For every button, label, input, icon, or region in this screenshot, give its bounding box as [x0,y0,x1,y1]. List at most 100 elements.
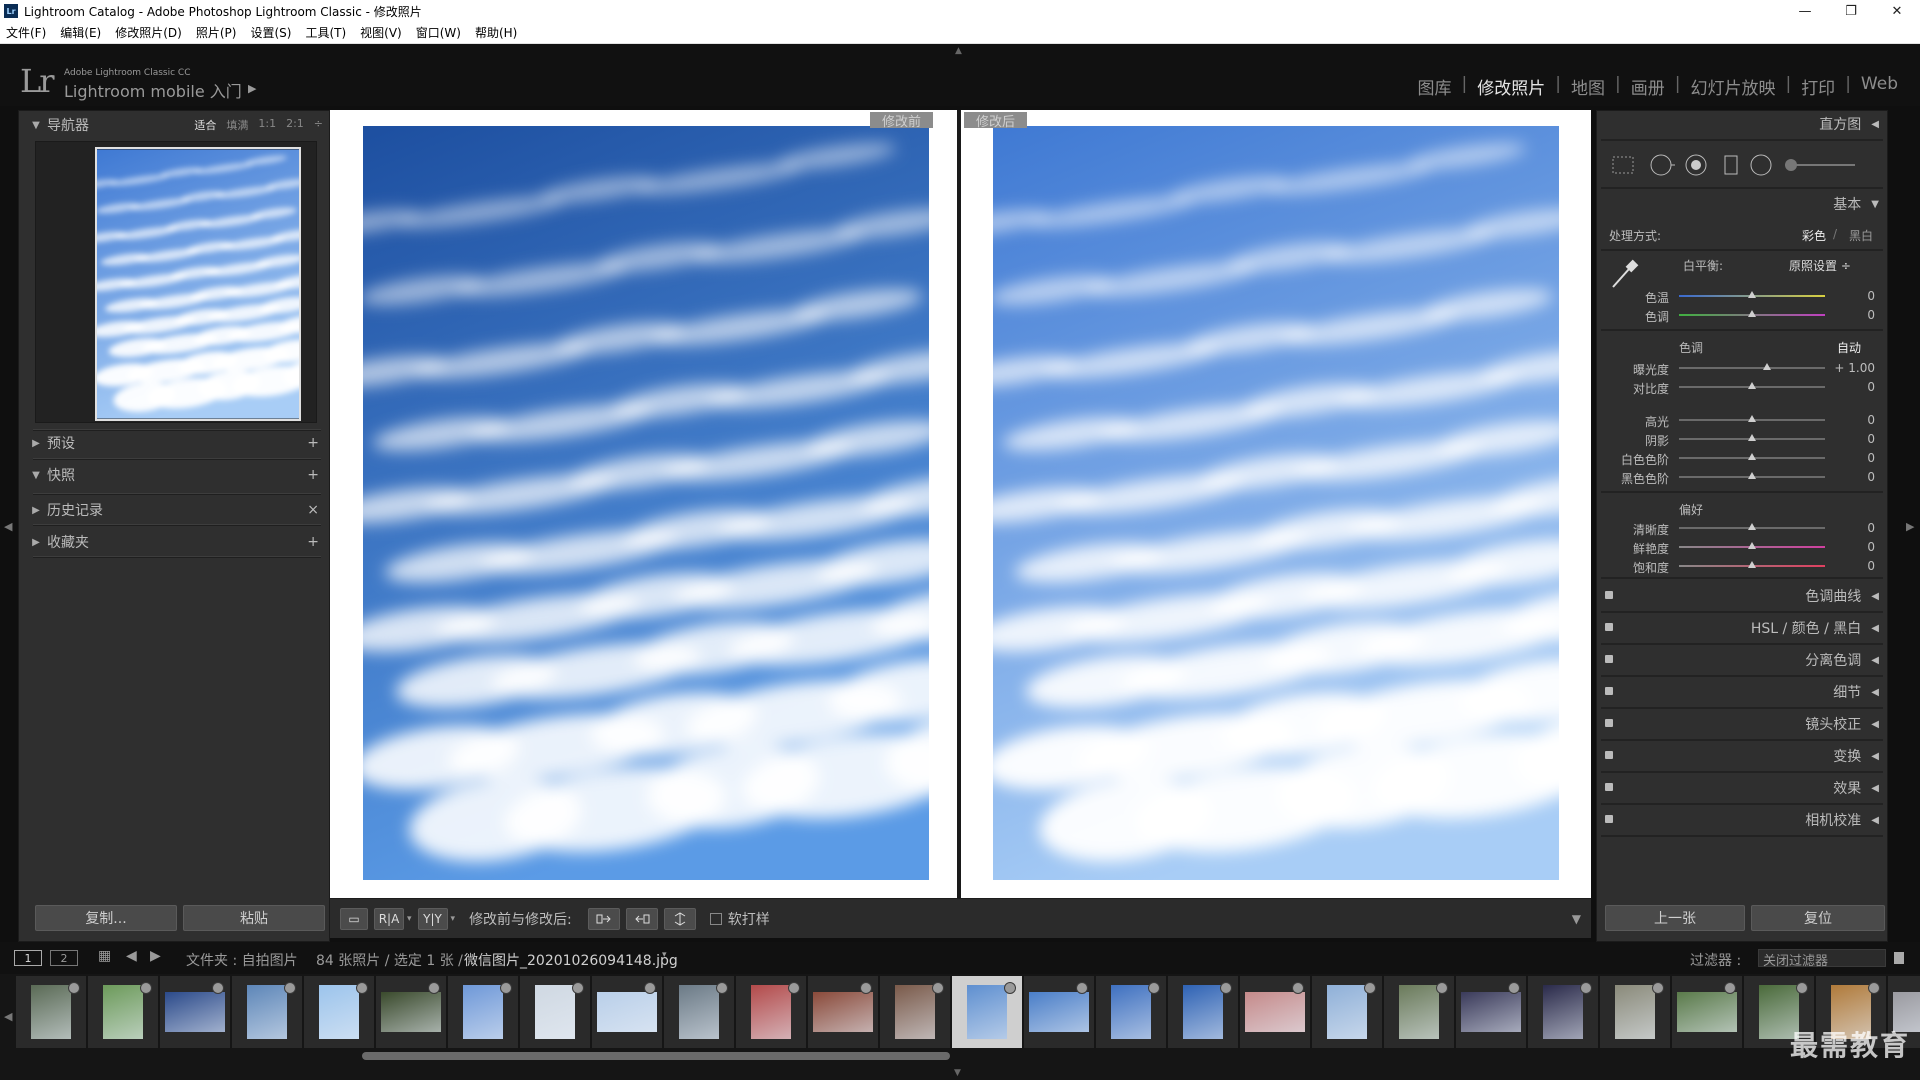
slider-row[interactable]: 鲜艳度 0 [1597,538,1889,556]
filmstrip-thumbnail[interactable] [1672,976,1742,1048]
after-photo[interactable] [993,126,1559,880]
identity-mobile-link[interactable]: Lightroom mobile 入门 [64,78,242,102]
filmstrip-thumbnail[interactable] [160,976,230,1048]
slider-value[interactable]: 0 [1867,521,1875,535]
history-header[interactable]: ▶ 历史记录 × [19,496,331,524]
slider-knob[interactable] [1748,472,1756,479]
filmstrip-thumbnail[interactable] [1024,976,1094,1048]
menu-file[interactable]: 文件(F) [6,24,46,41]
section-toggle-icon[interactable] [1605,623,1613,631]
view-dropdown-icon[interactable]: ▾ [451,914,456,924]
panel-section-header[interactable]: HSL / 颜色 / 黑白 ◀ [1597,615,1889,641]
slider-value[interactable]: 0 [1867,540,1875,554]
module-print[interactable]: 打印 [1791,74,1845,99]
slider-knob[interactable] [1748,382,1756,389]
filmstrip-thumbnail[interactable] [1528,976,1598,1048]
slider-value[interactable]: 0 [1867,289,1875,303]
panel-section-header[interactable]: 分离色调 ◀ [1597,647,1889,673]
filter-lock-icon[interactable] [1894,952,1904,964]
histogram-header[interactable]: 直方图 ◀ [1597,111,1889,137]
grid-view-icon[interactable]: ▦ [98,948,111,964]
navigator-header[interactable]: ▼ 导航器 适合 填满 1:1 2:1 ÷ [19,111,331,139]
slider-knob[interactable] [1748,453,1756,460]
panel-section-header[interactable]: 镜头校正 ◀ [1597,711,1889,737]
swap-before-after-button[interactable] [663,907,696,930]
add-collection-icon[interactable]: + [307,534,319,550]
slider-value[interactable]: 0 [1867,413,1875,427]
filmstrip-thumbnail[interactable] [448,976,518,1048]
slider-knob[interactable] [1748,434,1756,441]
slider-knob[interactable] [1748,415,1756,422]
slider-value[interactable]: + 1.00 [1834,361,1875,375]
right-panel-toggle-icon[interactable]: ▶ [1906,520,1914,533]
panel-section-header[interactable]: 色调曲线 ◀ [1597,583,1889,609]
section-toggle-icon[interactable] [1605,783,1613,791]
main-window-button[interactable]: 1 [14,950,42,966]
play-arrow-icon[interactable]: ▶ [248,82,256,95]
auto-tone-button[interactable]: 自动 [1837,339,1861,356]
section-toggle-icon[interactable] [1605,815,1613,823]
menu-view[interactable]: 视图(V) [360,24,402,41]
treatment-bw-option[interactable]: 黑白 [1849,227,1873,244]
section-toggle-icon[interactable] [1605,687,1613,695]
collapse-bottom-arrow-icon[interactable]: ▼ [954,1068,961,1078]
section-toggle-icon[interactable] [1605,655,1613,663]
filmstrip-thumbnail[interactable] [376,976,446,1048]
zoom-fit[interactable]: 适合 [194,117,216,133]
collections-header[interactable]: ▶ 收藏夹 + [19,528,331,556]
collapse-top-arrow-icon[interactable]: ▲ [955,46,962,56]
before-after-left-right-button[interactable]: R|A [374,907,404,930]
filmstrip-thumbnail[interactable] [808,976,878,1048]
clear-history-icon[interactable]: × [307,502,319,518]
slider-track[interactable] [1679,367,1825,369]
filmstrip-filename[interactable]: 微信图片_20201026094148.jpg [464,950,678,970]
slider-value[interactable]: 0 [1867,559,1875,573]
menu-photo[interactable]: 照片(P) [196,24,237,41]
zoom-fill[interactable]: 填满 [226,117,248,133]
filmstrip-thumbnail[interactable] [520,976,590,1048]
reset-button[interactable]: 复位 [1751,905,1885,931]
filmstrip-thumbnail[interactable] [1240,976,1310,1048]
filmstrip-thumbnail[interactable] [1456,976,1526,1048]
filmstrip-source[interactable]: 文件夹 : 自拍图片 [186,950,298,970]
filmstrip-thumbnail[interactable] [1384,976,1454,1048]
add-preset-icon[interactable]: + [307,435,319,451]
filmstrip-left-arrow-icon[interactable]: ◀ [4,1010,12,1023]
slider-value[interactable]: 0 [1867,451,1875,465]
before-after-split-button[interactable]: Y|Y [417,907,448,930]
copy-before-to-after-button[interactable] [587,907,620,930]
filmstrip-thumbnail[interactable] [232,976,302,1048]
snapshots-header[interactable]: ▼ 快照 + [19,461,331,489]
copy-after-to-before-button[interactable] [625,907,658,930]
slider-knob[interactable] [1748,291,1756,298]
presets-header[interactable]: ▶ 预设 + [19,429,331,457]
menu-settings[interactable]: 设置(S) [250,24,291,41]
menu-tools[interactable]: 工具(T) [305,24,346,41]
paste-settings-button[interactable]: 粘贴 [183,905,325,931]
slider-value[interactable]: 0 [1867,470,1875,484]
panel-section-header[interactable]: 细节 ◀ [1597,679,1889,705]
filter-dropdown[interactable]: 关闭过滤器 [1758,949,1886,969]
zoom-stepper-icon[interactable]: ÷ [314,117,323,133]
add-snapshot-icon[interactable]: + [307,467,319,483]
loupe-view-button[interactable]: ▭ [340,907,368,930]
section-toggle-icon[interactable] [1605,591,1613,599]
zoom-1-1[interactable]: 1:1 [258,117,276,133]
before-photo[interactable] [363,126,929,880]
soft-proof-checkbox[interactable] [709,912,722,925]
module-map[interactable]: 地图 [1561,74,1615,99]
filmstrip-thumbnail[interactable] [1600,976,1670,1048]
slider-row[interactable]: 对比度 0 [1597,378,1889,396]
toolbar-menu-chevron-icon[interactable]: ▼ [1572,912,1581,926]
slider-row[interactable]: 曝光度 + 1.00 [1597,359,1889,377]
copy-settings-button[interactable]: 复制... [35,905,177,931]
slider-value[interactable]: 0 [1867,380,1875,394]
filmstrip-thumbnail[interactable] [736,976,806,1048]
slider-row[interactable]: 饱和度 0 [1597,557,1889,575]
slider-row[interactable]: 清晰度 0 [1597,519,1889,537]
close-button[interactable]: ✕ [1874,0,1920,22]
section-toggle-icon[interactable] [1605,751,1613,759]
filmstrip-thumbnail[interactable] [592,976,662,1048]
forward-arrow-icon[interactable]: ▶ [150,948,161,964]
menu-edit[interactable]: 编辑(E) [60,24,101,41]
